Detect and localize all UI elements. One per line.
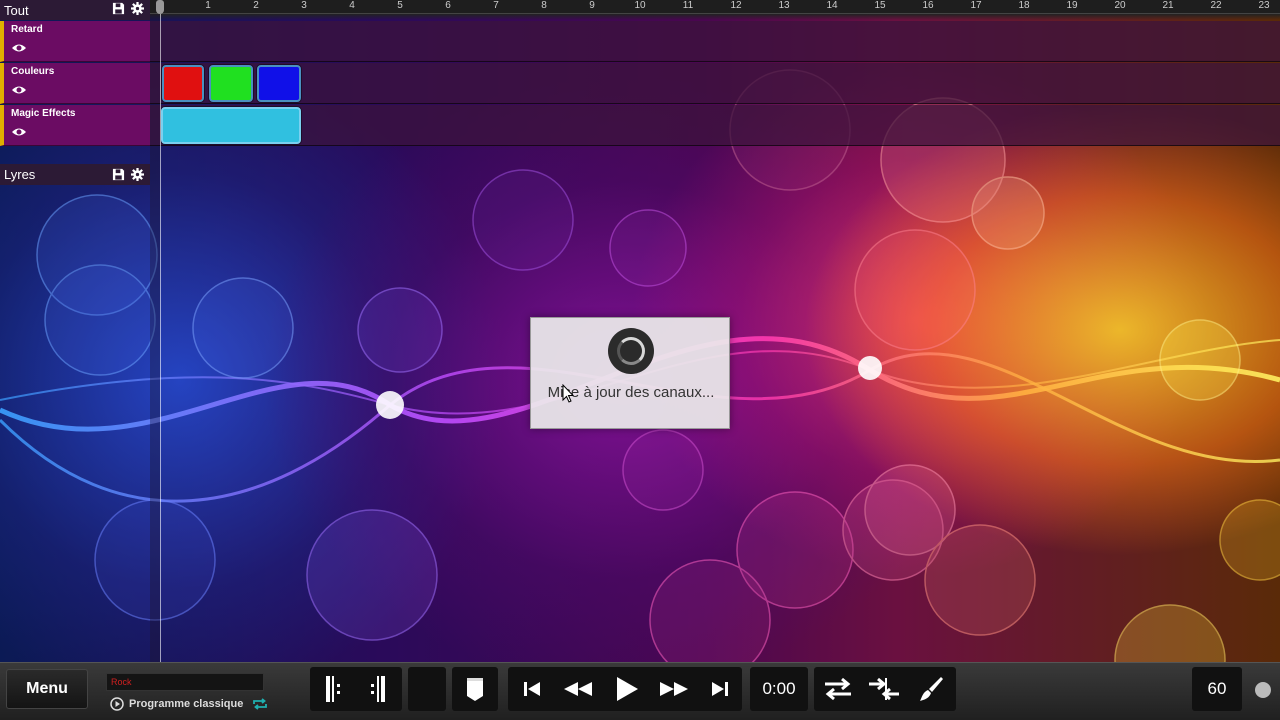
ruler-tick-label: 18 bbox=[1018, 0, 1030, 11]
group-title: Tout bbox=[4, 2, 29, 18]
ruler-tick-label: 22 bbox=[1210, 0, 1222, 11]
brush-icon bbox=[920, 677, 943, 701]
ruler-tick-label: 7 bbox=[493, 0, 499, 11]
skip-back-icon bbox=[524, 682, 540, 696]
ruler-tick-label: 15 bbox=[874, 0, 886, 11]
save-icon[interactable] bbox=[112, 168, 125, 181]
track-name: Magic Effects bbox=[11, 108, 76, 119]
ruler-tick-label: 10 bbox=[634, 0, 646, 11]
ruler-tick-label: 2 bbox=[253, 0, 259, 11]
playhead-line bbox=[160, 14, 161, 662]
ruler-tick-label: 8 bbox=[541, 0, 547, 11]
gear-icon[interactable] bbox=[131, 168, 144, 181]
program-name-field[interactable]: Rock bbox=[106, 673, 264, 691]
rewind-icon bbox=[564, 682, 592, 696]
time-display: 0:00 bbox=[762, 679, 796, 698]
track-name: Retard bbox=[11, 24, 43, 35]
gear-icon[interactable] bbox=[131, 2, 144, 15]
repeat-icon[interactable] bbox=[252, 698, 268, 710]
play-icon bbox=[617, 677, 638, 701]
empty-slot-button[interactable] bbox=[408, 667, 446, 711]
marker-end-icon bbox=[371, 676, 385, 702]
track-label-retard[interactable]: Retard bbox=[0, 21, 150, 62]
marker-start-button[interactable] bbox=[312, 669, 354, 709]
program-mode-label: Programme classique bbox=[129, 698, 244, 710]
ruler-tick-label: 20 bbox=[1114, 0, 1126, 11]
bpm-display[interactable]: 60 bbox=[1192, 669, 1242, 709]
marker-end-button[interactable] bbox=[357, 669, 399, 709]
ruler-tick-label: 17 bbox=[970, 0, 982, 11]
group-header-lyres[interactable]: Lyres bbox=[0, 164, 150, 185]
eye-icon[interactable] bbox=[12, 85, 26, 95]
track-row-couleurs[interactable] bbox=[150, 63, 1280, 104]
eye-icon[interactable] bbox=[12, 43, 26, 53]
go-to-start-button[interactable] bbox=[512, 669, 552, 709]
record-indicator[interactable] bbox=[1255, 682, 1271, 698]
skip-forward-icon bbox=[712, 682, 728, 696]
track-name: Couleurs bbox=[11, 66, 55, 77]
ruler-tick-label: 3 bbox=[301, 0, 307, 11]
play-button[interactable] bbox=[604, 669, 650, 709]
loading-dialog: Mise à jour des canaux... bbox=[530, 317, 730, 429]
ruler-tick-label: 5 bbox=[397, 0, 403, 11]
clip-red[interactable] bbox=[162, 65, 204, 102]
ruler-tick-label: 11 bbox=[682, 0, 694, 11]
track-label-couleurs[interactable]: Couleurs bbox=[0, 63, 150, 104]
loading-spinner-icon bbox=[608, 328, 654, 374]
bookmark-icon bbox=[467, 678, 483, 701]
marker-start-icon bbox=[326, 676, 340, 702]
ruler-tick-label: 6 bbox=[445, 0, 451, 11]
clip-magic-effects[interactable] bbox=[161, 107, 301, 144]
ruler-tick-label: 19 bbox=[1066, 0, 1078, 11]
merge-arrows-icon bbox=[869, 677, 899, 701]
go-to-end-button[interactable] bbox=[700, 669, 740, 709]
track-label-magic-effects[interactable]: Magic Effects bbox=[0, 105, 150, 146]
ruler-tick-label: 12 bbox=[730, 0, 742, 11]
fast-forward-button[interactable] bbox=[652, 669, 696, 709]
clip-green[interactable] bbox=[209, 65, 253, 102]
mouse-cursor-icon bbox=[562, 384, 574, 403]
brush-button[interactable] bbox=[908, 669, 954, 709]
group-header-tout[interactable]: Tout bbox=[0, 0, 150, 20]
ruler-shadow bbox=[150, 14, 1280, 20]
ruler-tick-label: 1 bbox=[205, 0, 211, 11]
play-circle-icon bbox=[110, 697, 124, 711]
ruler-tick-label: 14 bbox=[826, 0, 838, 11]
bookmark-button[interactable] bbox=[452, 667, 498, 711]
swap-button[interactable] bbox=[816, 669, 860, 709]
eye-icon[interactable] bbox=[12, 127, 26, 137]
ruler-tick-label: 13 bbox=[778, 0, 790, 11]
program-mode[interactable]: Programme classique bbox=[110, 697, 268, 711]
playhead-handle[interactable] bbox=[156, 0, 164, 14]
fast-forward-icon bbox=[660, 682, 688, 696]
save-icon[interactable] bbox=[112, 2, 125, 15]
ruler-tick-label: 21 bbox=[1162, 0, 1174, 11]
bottom-toolbar: Menu Rock Programme classique 0:00 60 bbox=[0, 662, 1280, 720]
timeline-ruler[interactable]: 0 1 2 3 4 5 6 7 8 9 10 11 12 13 14 15 16… bbox=[150, 0, 1280, 14]
ruler-tick-label: 9 bbox=[589, 0, 595, 11]
ruler-tick-label: 23 bbox=[1258, 0, 1270, 11]
ruler-tick-label: 4 bbox=[349, 0, 355, 11]
group-title: Lyres bbox=[4, 167, 36, 182]
track-row-magic-effects[interactable] bbox=[150, 105, 1280, 146]
swap-arrows-icon bbox=[825, 677, 851, 701]
ruler-tick-label: 16 bbox=[922, 0, 934, 11]
menu-button[interactable]: Menu bbox=[6, 669, 88, 709]
rewind-button[interactable] bbox=[556, 669, 600, 709]
clip-blue[interactable] bbox=[257, 65, 301, 102]
track-row-retard[interactable] bbox=[150, 21, 1280, 62]
merge-button[interactable] bbox=[862, 669, 906, 709]
